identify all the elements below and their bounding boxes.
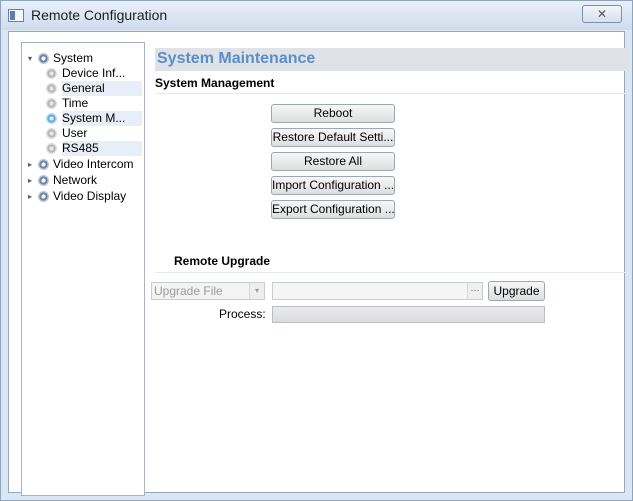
expand-arrow-icon[interactable]: ▸	[28, 189, 36, 204]
tree-item-label: RS485	[62, 141, 142, 156]
import-configuration-button[interactable]: Import Configuration ...	[271, 176, 395, 195]
gear-icon	[38, 159, 49, 170]
settings-icon	[46, 98, 57, 109]
config-tree: ▾ System Device Inf... General Time Syst…	[21, 42, 145, 496]
tree-item-label: Video Intercom	[53, 157, 134, 171]
close-button[interactable]: ✕	[582, 5, 622, 23]
settings-icon	[46, 83, 57, 94]
remote-configuration-window: Remote Configuration ✕ ▾ System Device I…	[0, 0, 633, 501]
tree-item-network[interactable]: ▸ Network	[28, 173, 138, 188]
close-icon: ✕	[596, 7, 608, 21]
tree-item-label: Network	[53, 173, 98, 187]
tree-item-label: Video Display	[53, 189, 127, 203]
tree-item-system[interactable]: ▾ System	[28, 51, 138, 66]
tree-item-label: System M...	[62, 111, 142, 126]
settings-icon	[46, 143, 57, 154]
upgrade-file-select[interactable]: Upgrade File ▾	[151, 282, 265, 300]
remote-upgrade-title: Remote Upgrade	[174, 254, 271, 268]
tree-item-time[interactable]: Time	[46, 96, 142, 111]
upgrade-file-path-input[interactable]: ···	[272, 282, 483, 300]
gear-icon	[38, 175, 49, 186]
upgrade-file-select-value: Upgrade File	[154, 284, 223, 298]
browse-file-button[interactable]: ···	[467, 283, 482, 299]
collapse-arrow-icon[interactable]: ▾	[28, 51, 36, 66]
section-title: System Maintenance	[157, 50, 316, 67]
restore-all-button[interactable]: Restore All	[271, 152, 395, 171]
chevron-down-icon[interactable]: ▾	[249, 283, 264, 299]
tree-item-label: User	[62, 126, 88, 140]
section-header: System Maintenance	[155, 48, 629, 71]
upgrade-progress-bar	[272, 306, 545, 323]
window-app-icon	[8, 9, 24, 22]
client-area: ▾ System Device Inf... General Time Syst…	[8, 31, 629, 496]
divider	[155, 93, 629, 94]
tree-item-rs485[interactable]: RS485	[46, 141, 142, 156]
settings-icon	[46, 113, 57, 124]
export-configuration-button[interactable]: Export Configuration ...	[271, 200, 395, 219]
tree-item-video-display[interactable]: ▸ Video Display	[28, 189, 138, 204]
expand-arrow-icon[interactable]: ▸	[28, 173, 36, 188]
window-title: Remote Configuration	[31, 7, 168, 23]
tree-item-label: Time	[62, 96, 89, 110]
tree-item-label: System	[53, 51, 94, 65]
restore-default-settings-button[interactable]: Restore Default Setti...	[271, 128, 395, 147]
settings-icon	[46, 128, 57, 139]
divider	[155, 272, 629, 273]
tree-item-device-info[interactable]: Device Inf...	[46, 66, 142, 81]
tree-item-general[interactable]: General	[46, 81, 142, 96]
gear-icon	[38, 191, 49, 202]
tree-item-user[interactable]: User	[46, 126, 142, 141]
settings-icon	[46, 68, 57, 79]
title-bar: Remote Configuration ✕	[1, 1, 632, 30]
process-label: Process:	[219, 307, 266, 321]
system-management-title: System Management	[155, 76, 275, 90]
main-panel: System Maintenance System Management Reb…	[151, 48, 629, 496]
gear-icon	[38, 53, 49, 64]
upgrade-button[interactable]: Upgrade	[488, 281, 545, 301]
tree-item-label: Device Inf...	[62, 66, 126, 80]
reboot-button[interactable]: Reboot	[271, 104, 395, 123]
tree-item-video-intercom[interactable]: ▸ Video Intercom	[28, 157, 144, 172]
expand-arrow-icon[interactable]: ▸	[28, 157, 36, 172]
tree-item-label: General	[62, 81, 142, 96]
tree-item-system-maintenance[interactable]: System M...	[46, 111, 142, 126]
